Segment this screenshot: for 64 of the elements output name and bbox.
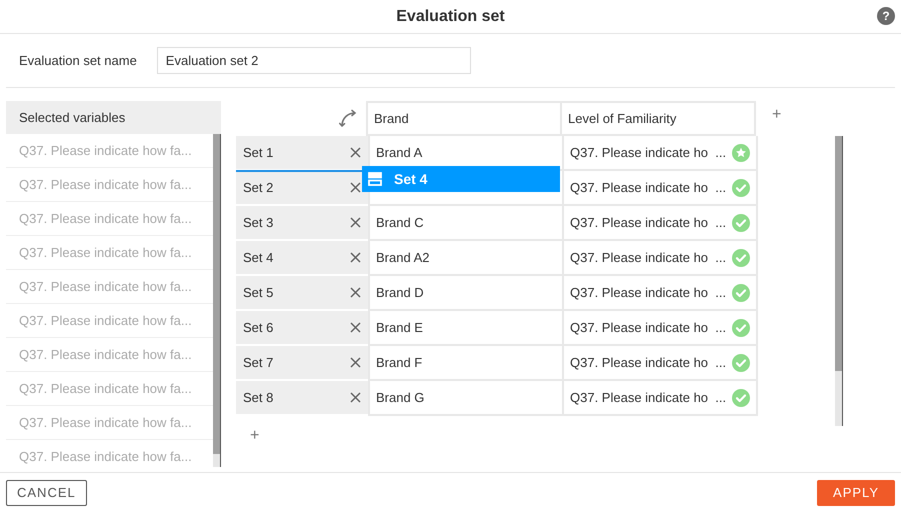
set-label: Set 2 [243,178,274,197]
check-icon [732,178,750,196]
brand-cell: Brand C [368,206,564,241]
set-label: Set 7 [243,354,274,372]
brand-cell: Brand E [368,311,564,346]
field-label: Evaluation set name [19,52,137,70]
column-header: Level of Familiarity [560,101,756,136]
name-field[interactable]: Evaluation set 2 [156,47,471,74]
row-icon [368,172,382,186]
close-icon[interactable] [350,182,361,193]
scrollbar-track[interactable] [213,134,221,467]
set-cell[interactable]: Set 3 [236,206,368,241]
scrollbar-thumb[interactable] [835,136,842,371]
cancel-button[interactable]: CANCEL [6,480,87,506]
set-cell[interactable]: Set 2 [236,171,368,206]
set-label: Set 3 [243,214,274,232]
close-icon[interactable] [350,392,361,403]
window-title: Evaluation set [396,6,505,26]
apply-button[interactable]: APPLY [817,480,895,506]
check-icon [732,318,750,336]
brand-cell: Brand G [368,381,564,416]
set-label: Set 4 [243,248,274,267]
check-icon [732,388,750,406]
set-cell[interactable]: Set 8 [236,381,368,416]
brand-cell: Brand D [368,276,564,311]
close-icon[interactable] [350,357,361,368]
variable-text: Q37. Please indicate ho ... [570,248,726,267]
variable-text: Q37. Please indicate ho ... [570,284,726,302]
variable-text: Q37. Please indicate ho ... [570,144,726,162]
close-icon[interactable] [350,252,361,263]
variable-text: Q37. Please indicate ho ... [570,388,726,407]
variable-text: Q37. Please indicate ho ... [570,354,726,372]
set-cell[interactable]: Set 6 [236,311,368,346]
close-icon[interactable] [350,322,361,333]
drag-label: Set 4 [394,170,428,188]
brand-cell: Brand A2 [368,241,564,276]
add-column-button[interactable]: + [772,103,782,127]
set-label: Set 8 [243,388,274,407]
set-cell[interactable]: Set 4 [236,241,368,276]
check-icon [732,354,750,372]
set-cell[interactable]: Set 7 [236,346,368,381]
variable-text: Q37. Please indicate ho ... [570,178,726,197]
check-icon [732,214,750,232]
set-label: Set 6 [243,318,274,337]
set-cell[interactable]: Set 5 [236,276,368,311]
swap-icon[interactable] [338,108,358,128]
add-row-button[interactable]: + [250,424,782,448]
scrollbar-track[interactable] [835,136,843,426]
set-label: Set 5 [243,284,274,302]
variable-text: Q37. Please indicate ho ... [570,214,726,232]
check-icon [732,284,750,302]
scrollbar-thumb[interactable] [213,134,220,454]
variable-text: Q37. Please indicate ho ... [570,318,726,337]
set-label: Set 1 [243,144,274,162]
check-icon [732,248,750,266]
panel-header: Selected variables [6,101,221,134]
drag-item[interactable]: Set 4 [362,166,560,192]
brand-cell: Brand F [368,346,564,381]
close-icon[interactable] [350,147,361,158]
help-button[interactable]: ? [877,7,895,25]
close-icon[interactable] [350,217,361,228]
set-cell[interactable]: Set 1 [236,136,368,171]
column-header: Brand [366,101,562,136]
close-icon[interactable] [350,287,361,298]
